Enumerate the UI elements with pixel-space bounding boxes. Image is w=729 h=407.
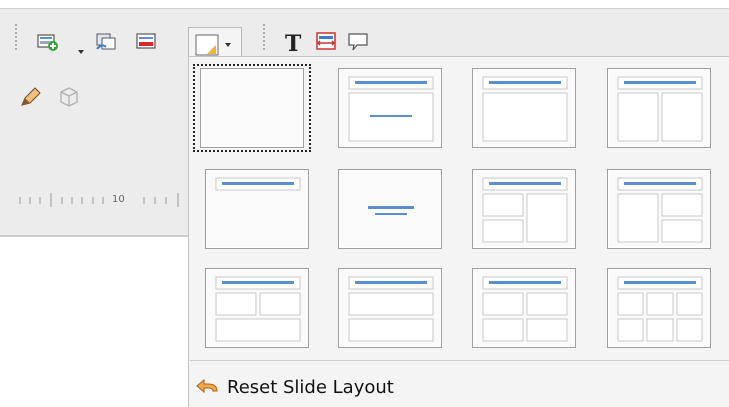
layout-title-content[interactable] — [329, 64, 447, 152]
reset-slide-layout-button[interactable]: Reset Slide Layout — [195, 370, 394, 404]
toolbar-grip[interactable] — [14, 23, 19, 51]
layout-centered-text[interactable] — [329, 163, 447, 251]
layout-title-content-box[interactable] — [465, 64, 583, 152]
side-toolbar — [0, 60, 190, 180]
layout-title-six-content[interactable] — [601, 262, 719, 350]
layout-title-four-content[interactable] — [465, 262, 583, 350]
3d-object-icon[interactable] — [56, 84, 82, 110]
layout-title-two-content-right[interactable] — [601, 163, 719, 251]
fit-text-icon[interactable] — [314, 31, 340, 53]
panel-separator — [190, 360, 729, 361]
layout-blank-slide[interactable] — [193, 64, 311, 152]
layout-title-two-content-over[interactable] — [193, 262, 311, 350]
slide-layout-panel: Reset Slide Layout — [188, 56, 729, 407]
layout-title-two-content[interactable] — [601, 64, 719, 152]
chevron-down-icon[interactable] — [78, 39, 84, 54]
layout-thumbnail — [200, 68, 304, 148]
toolbar: T — [0, 8, 729, 63]
duplicate-slide-icon[interactable] — [94, 31, 120, 53]
pencil-icon[interactable] — [18, 84, 44, 110]
undo-arrow-icon — [196, 378, 218, 394]
new-slide-icon[interactable] — [36, 31, 62, 53]
horizontal-ruler: 10 — [0, 180, 190, 237]
toolbar-grip[interactable] — [262, 23, 267, 51]
layout-title-two-content-left[interactable] — [465, 163, 583, 251]
ruler-number: 10 — [112, 194, 125, 205]
delete-slide-icon[interactable] — [134, 31, 160, 53]
layout-title-content-over-content[interactable] — [329, 262, 447, 350]
layout-title-only[interactable] — [193, 163, 311, 251]
callout-icon[interactable] — [346, 31, 372, 53]
svg-text:T: T — [285, 31, 302, 55]
reset-slide-layout-label: Reset Slide Layout — [227, 376, 394, 398]
text-icon[interactable]: T — [282, 31, 310, 57]
